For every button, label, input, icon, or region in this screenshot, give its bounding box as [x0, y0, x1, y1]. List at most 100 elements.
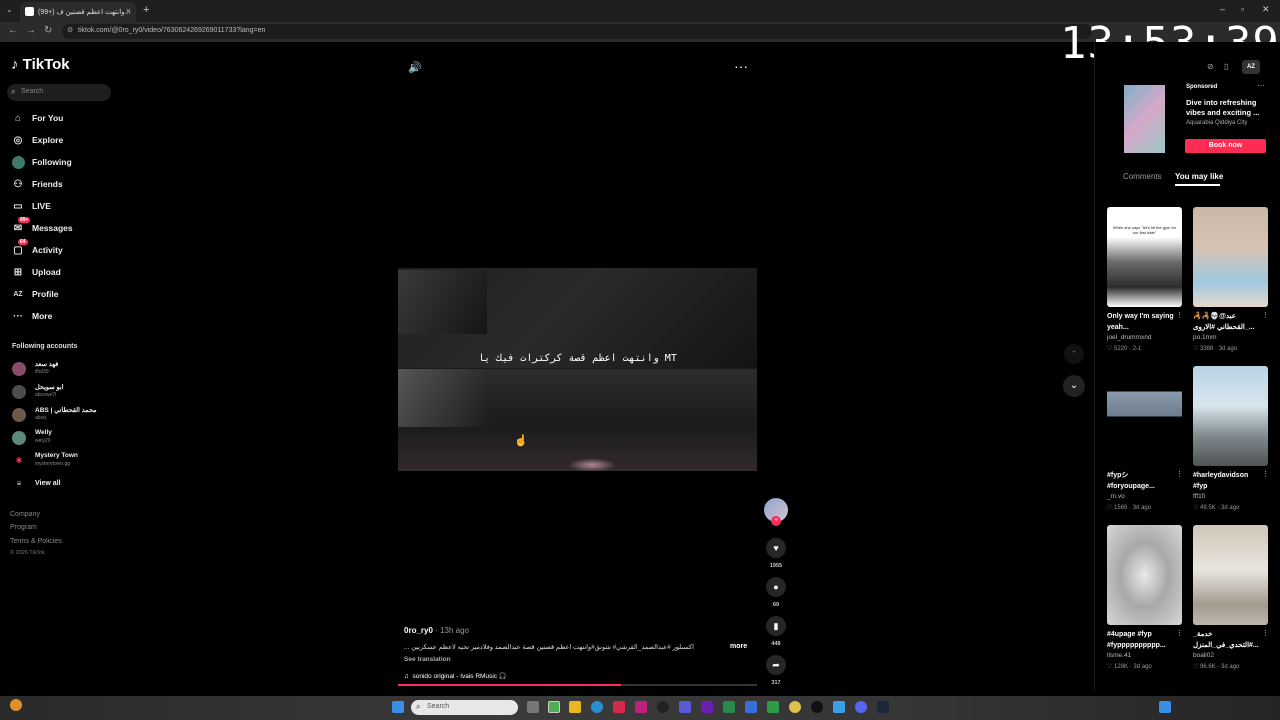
app-icon[interactable]: [723, 701, 735, 713]
share-button[interactable]: ➦: [766, 655, 786, 675]
app-icon[interactable]: [789, 701, 801, 713]
nav-for-you[interactable]: ⌂ For You: [11, 110, 63, 126]
card-thumbnail[interactable]: When she says "let's hit the gym for our…: [1107, 207, 1182, 307]
music-link[interactable]: ♫ sonido original - Ivais RMusic 🎧: [404, 672, 507, 680]
card-author[interactable]: _m.vo: [1107, 493, 1125, 500]
app-icon[interactable]: [679, 701, 691, 713]
weather-icon[interactable]: [10, 699, 22, 711]
app-icon[interactable]: [635, 701, 647, 713]
url-bar[interactable]: ⚙ tiktok.com/@0ro_ry0/video/763062426926…: [62, 24, 1092, 39]
tab-list-icon[interactable]: ⌄: [6, 5, 13, 14]
follow-plus-icon[interactable]: +: [771, 516, 781, 526]
card-author[interactable]: fff1fi: [1193, 493, 1205, 500]
nav-friends[interactable]: ⚇ Friends: [11, 176, 63, 192]
previous-video-button[interactable]: ⌃: [1064, 344, 1084, 364]
nav-explore[interactable]: ◎ Explore: [11, 132, 64, 148]
tab-comments[interactable]: Comments: [1123, 172, 1162, 181]
discord-icon[interactable]: [855, 701, 867, 713]
search-icon: ⌕: [416, 702, 421, 711]
reload-icon[interactable]: ↻: [44, 25, 52, 36]
nav-messages[interactable]: ✉ 99+ Messages: [11, 217, 73, 236]
footer-company[interactable]: Company: [10, 511, 40, 518]
see-translation-link[interactable]: See translation: [404, 656, 451, 663]
ad-title[interactable]: Dive into refreshing vibes and exciting …: [1186, 98, 1270, 118]
like-button[interactable]: ♥: [766, 538, 786, 558]
task-view-icon[interactable]: [527, 701, 539, 713]
file-explorer-icon[interactable]: [569, 701, 581, 713]
video-more-icon[interactable]: ···: [734, 58, 748, 74]
nav-following[interactable]: Following: [11, 154, 72, 170]
app-icon[interactable]: [701, 701, 713, 713]
steam-icon[interactable]: [877, 701, 889, 713]
card-author[interactable]: po.1mm: [1193, 334, 1216, 341]
home-icon: ⌂: [14, 112, 22, 124]
maximize-button[interactable]: ▫: [1241, 4, 1244, 14]
save-button[interactable]: ▮: [766, 616, 786, 636]
view-all-link[interactable]: ≡ View all: [14, 475, 61, 491]
card-author[interactable]: llsme.41: [1107, 652, 1131, 659]
tray-icon[interactable]: [1159, 701, 1171, 713]
tiktok-logo[interactable]: ♪ TikTok: [11, 56, 70, 73]
nav-profile[interactable]: AZ Profile: [11, 286, 58, 302]
card-thumbnail[interactable]: [1193, 366, 1268, 466]
footer-terms[interactable]: Terms & Policies: [10, 538, 62, 545]
account-handle: mysterytown.gg: [35, 461, 71, 467]
video-progress-bar[interactable]: [398, 684, 757, 686]
account-name: ABS | محمد القحطاني: [35, 407, 97, 414]
site-info-icon[interactable]: ⚙: [67, 26, 73, 34]
card-more-icon[interactable]: ⋮: [1176, 629, 1183, 637]
profile-avatar-icon[interactable]: AZ: [1242, 60, 1260, 74]
card-thumbnail[interactable]: [1107, 366, 1182, 466]
close-tab-icon[interactable]: ×: [126, 6, 131, 16]
tab-you-may-like[interactable]: You may like: [1175, 172, 1223, 181]
app-icon[interactable]: [833, 701, 845, 713]
ad-thumbnail[interactable]: [1124, 85, 1165, 153]
compass-tool-icon[interactable]: ⊘: [1207, 62, 1214, 71]
new-tab-button[interactable]: +: [143, 4, 149, 16]
account-handle: ifhd39: [35, 369, 49, 375]
card-more-icon[interactable]: ⋮: [1262, 470, 1269, 478]
following-accounts-title: Following accounts: [12, 343, 78, 350]
friends-icon: ⚇: [13, 178, 23, 190]
headphones-icon: 🎧: [498, 673, 507, 680]
browser-tab[interactable]: (99+) وانتهت اعظم قصتين ف... ×: [20, 2, 136, 22]
nav-activity[interactable]: ▢ 64 Activity: [11, 239, 63, 258]
author-name[interactable]: 0ro_ry0 · 13h ago: [404, 626, 469, 635]
back-icon[interactable]: ←: [8, 25, 18, 36]
comment-button[interactable]: ●: [766, 577, 786, 597]
app-icon[interactable]: [745, 701, 757, 713]
ad-more-icon[interactable]: ···: [1257, 81, 1265, 90]
card-thumbnail[interactable]: [1193, 525, 1268, 625]
card-thumbnail[interactable]: [1107, 525, 1182, 625]
card-author[interactable]: joel_drummxnd: [1107, 334, 1151, 341]
card-more-icon[interactable]: ⋮: [1176, 470, 1183, 478]
chrome-icon[interactable]: [548, 701, 560, 713]
app-icon[interactable]: [767, 701, 779, 713]
minimize-button[interactable]: –: [1220, 4, 1225, 14]
nav-live[interactable]: ▭ LIVE: [11, 198, 51, 214]
nav-upload[interactable]: ⊞ Upload: [11, 264, 61, 280]
app-icon[interactable]: [657, 701, 669, 713]
start-button-icon[interactable]: [392, 701, 404, 713]
description-more-button[interactable]: more: [730, 643, 747, 650]
card-more-icon[interactable]: ⋮: [1176, 311, 1183, 319]
app-icon[interactable]: [811, 701, 823, 713]
search-input[interactable]: ⌕ Search: [7, 84, 111, 101]
taskbar-search-input[interactable]: ⌕ Search: [411, 700, 518, 715]
card-thumbnail[interactable]: [1193, 207, 1268, 307]
close-window-button[interactable]: ✕: [1262, 4, 1270, 15]
card-more-icon[interactable]: ⋮: [1262, 629, 1269, 637]
volume-icon[interactable]: 🔊: [408, 61, 422, 74]
book-now-button[interactable]: Book now: [1185, 139, 1266, 153]
author-handle[interactable]: 0ro_ry0: [404, 626, 433, 635]
app-icon[interactable]: [613, 701, 625, 713]
phone-tool-icon[interactable]: ▯: [1224, 62, 1228, 71]
next-video-button[interactable]: ⌄: [1063, 375, 1085, 397]
forward-icon[interactable]: →: [26, 25, 36, 36]
card-more-icon[interactable]: ⋮: [1262, 311, 1269, 319]
nav-more[interactable]: ··· More: [11, 308, 52, 324]
card-author[interactable]: boali02: [1193, 652, 1214, 659]
edge-icon[interactable]: [591, 701, 603, 713]
footer-program[interactable]: Program: [10, 524, 37, 531]
video-player[interactable]: وانتهت اعظم قصة كركترات فيك يا MT: [398, 268, 757, 471]
